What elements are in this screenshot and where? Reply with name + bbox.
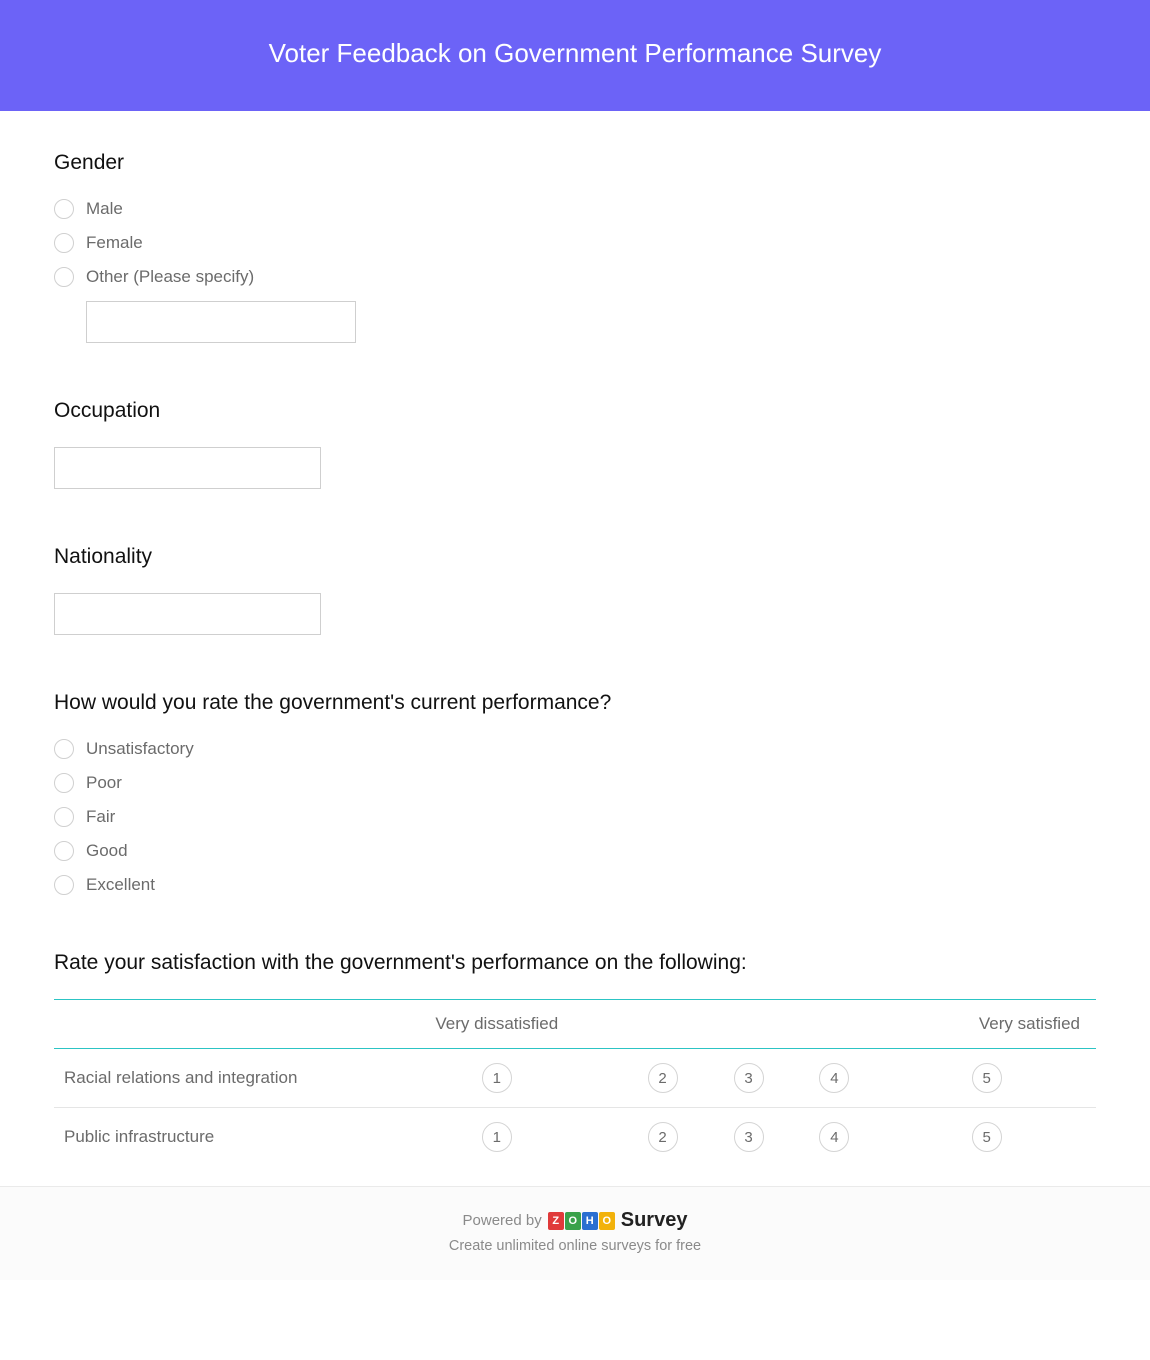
powered-by-line[interactable]: Powered by Z O H O Survey	[463, 1209, 688, 1232]
survey-content: Gender Male Female Other (Please specify…	[0, 111, 1150, 1186]
rating-button-3[interactable]: 3	[734, 1122, 764, 1152]
rating-button-2[interactable]: 2	[648, 1063, 678, 1093]
rating-button-5[interactable]: 5	[972, 1122, 1002, 1152]
question-gender: Gender Male Female Other (Please specify…	[54, 151, 1096, 343]
question-title: How would you rate the government's curr…	[54, 691, 1096, 715]
option-label: Excellent	[86, 875, 155, 895]
rating-button-4[interactable]: 4	[819, 1063, 849, 1093]
rating-button-4[interactable]: 4	[819, 1122, 849, 1152]
option-label: Other (Please specify)	[86, 267, 254, 287]
option-row[interactable]: Other (Please specify)	[54, 267, 1096, 287]
scale-high-label: Very satisfied	[877, 1000, 1096, 1049]
question-gov-rating: How would you rate the government's curr…	[54, 691, 1096, 895]
option-row[interactable]: Unsatisfactory	[54, 739, 1096, 759]
gender-other-input[interactable]	[86, 301, 356, 343]
option-row[interactable]: Fair	[54, 807, 1096, 827]
matrix-row: Racial relations and integration 1 2 3 4…	[54, 1049, 1096, 1108]
option-row[interactable]: Excellent	[54, 875, 1096, 895]
option-label: Fair	[86, 807, 115, 827]
radio-icon[interactable]	[54, 841, 74, 861]
survey-footer: Powered by Z O H O Survey Create unlimit…	[0, 1186, 1150, 1280]
gender-options: Male Female Other (Please specify)	[54, 199, 1096, 343]
matrix-row-label: Public infrastructure	[54, 1108, 374, 1167]
matrix-row: Public infrastructure 1 2 3 4 5	[54, 1108, 1096, 1167]
option-row[interactable]: Female	[54, 233, 1096, 253]
option-row[interactable]: Male	[54, 199, 1096, 219]
zoho-logo-icon: Z O H O	[548, 1212, 615, 1230]
specify-wrapper	[86, 301, 1096, 343]
question-title: Rate your satisfaction with the governme…	[54, 951, 1096, 975]
powered-by-text: Powered by	[463, 1212, 542, 1229]
satisfaction-matrix: Very dissatisfied Very satisfied Racial …	[54, 999, 1096, 1166]
radio-icon[interactable]	[54, 739, 74, 759]
question-title: Nationality	[54, 545, 1096, 569]
survey-title: Voter Feedback on Government Performance…	[269, 38, 882, 68]
scale-low-label: Very dissatisfied	[374, 1000, 620, 1049]
question-nationality: Nationality	[54, 545, 1096, 635]
logo-letter: O	[565, 1212, 581, 1230]
radio-icon[interactable]	[54, 875, 74, 895]
footer-tagline[interactable]: Create unlimited online surveys for free	[0, 1238, 1150, 1254]
brand-suffix: Survey	[621, 1209, 688, 1232]
radio-icon[interactable]	[54, 773, 74, 793]
radio-icon[interactable]	[54, 199, 74, 219]
option-row[interactable]: Good	[54, 841, 1096, 861]
logo-letter: O	[599, 1212, 615, 1230]
occupation-input[interactable]	[54, 447, 321, 489]
rating-options: Unsatisfactory Poor Fair Good Excellent	[54, 739, 1096, 895]
rating-button-3[interactable]: 3	[734, 1063, 764, 1093]
logo-letter: H	[582, 1212, 598, 1230]
question-satisfaction-matrix: Rate your satisfaction with the governme…	[54, 951, 1096, 1166]
option-label: Female	[86, 233, 143, 253]
option-row[interactable]: Poor	[54, 773, 1096, 793]
option-label: Poor	[86, 773, 122, 793]
question-title: Gender	[54, 151, 1096, 175]
matrix-header-row: Very dissatisfied Very satisfied	[54, 1000, 1096, 1049]
survey-header: Voter Feedback on Government Performance…	[0, 0, 1150, 111]
logo-letter: Z	[548, 1212, 564, 1230]
option-label: Male	[86, 199, 123, 219]
rating-button-1[interactable]: 1	[482, 1063, 512, 1093]
matrix-row-label: Racial relations and integration	[54, 1049, 374, 1108]
question-title: Occupation	[54, 399, 1096, 423]
question-occupation: Occupation	[54, 399, 1096, 489]
nationality-input[interactable]	[54, 593, 321, 635]
rating-button-2[interactable]: 2	[648, 1122, 678, 1152]
rating-button-5[interactable]: 5	[972, 1063, 1002, 1093]
option-label: Good	[86, 841, 128, 861]
rating-button-1[interactable]: 1	[482, 1122, 512, 1152]
radio-icon[interactable]	[54, 267, 74, 287]
radio-icon[interactable]	[54, 807, 74, 827]
option-label: Unsatisfactory	[86, 739, 194, 759]
radio-icon[interactable]	[54, 233, 74, 253]
